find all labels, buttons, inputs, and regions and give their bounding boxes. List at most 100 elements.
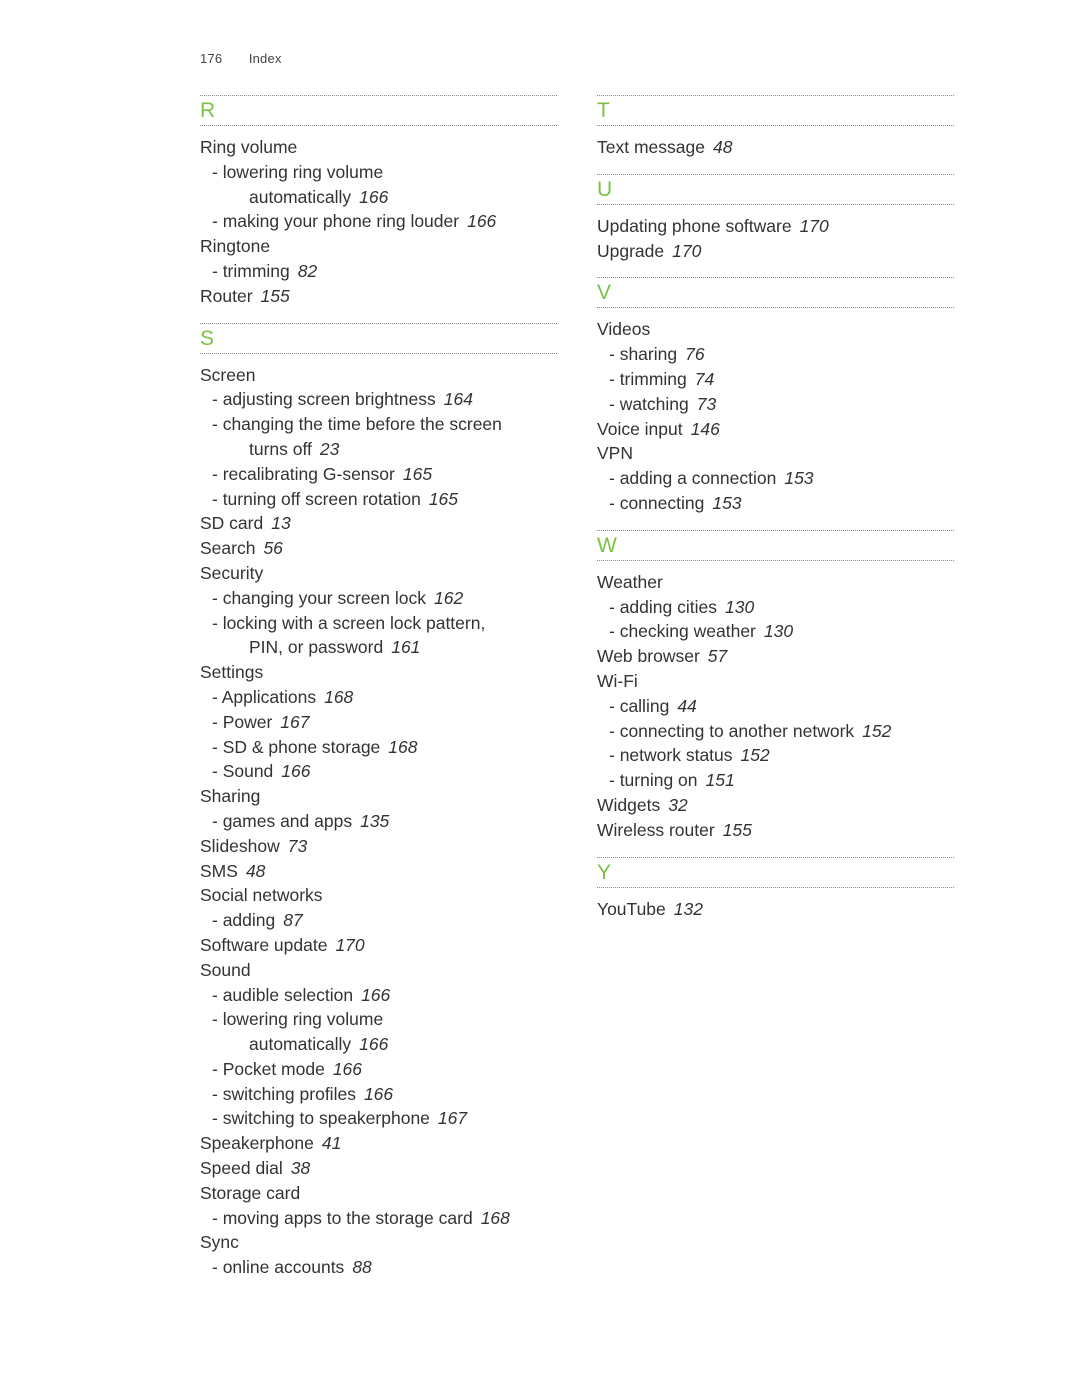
page-reference[interactable]: 32 xyxy=(668,795,687,815)
entry-text: - games and apps xyxy=(212,810,353,831)
index-subentry: - games and apps 135 xyxy=(200,809,557,834)
index-subentry: - Applications 168 xyxy=(200,685,557,710)
entry-text: - Sound xyxy=(212,761,274,782)
entry-text: - making your phone ring louder xyxy=(212,211,460,232)
page-reference[interactable]: 82 xyxy=(298,261,317,281)
index-subentry: - SD & phone storage 168 xyxy=(200,735,557,760)
index-entry: Wi-Fi xyxy=(597,669,954,694)
index-entry: VPN xyxy=(597,441,954,466)
index-entries: Updating phone software 170 Upgrade 170 xyxy=(597,214,954,264)
page-reference[interactable]: 170 xyxy=(335,935,364,955)
index-section-u: U Updating phone software 170 Upgrade 170 xyxy=(597,173,954,264)
index-section-s: S Screen - adjusting screen brightness 164 -… xyxy=(200,322,557,1280)
page-reference[interactable]: 48 xyxy=(246,861,265,881)
index-entry: Widgets 32 xyxy=(597,793,954,818)
page-reference[interactable]: 166 xyxy=(467,211,496,231)
page-reference[interactable]: 166 xyxy=(359,1034,388,1054)
index-entry: YouTube 132 xyxy=(597,897,954,922)
index-entry: Social networks xyxy=(200,883,557,908)
section-letter: T xyxy=(597,99,610,122)
index-entry: Weather xyxy=(597,570,954,595)
section-heading-bar: S xyxy=(200,322,557,354)
page-reference[interactable]: 165 xyxy=(429,489,458,509)
page-reference[interactable]: 168 xyxy=(324,687,353,707)
index-subentry: - lowering ring volume xyxy=(200,1007,557,1032)
page-reference[interactable]: 13 xyxy=(271,513,290,533)
page-reference[interactable]: 87 xyxy=(283,910,302,930)
entry-text: Software update xyxy=(200,934,328,955)
entry-text: Security xyxy=(200,562,264,583)
index-subentry: - connecting 153 xyxy=(597,491,954,516)
index-entries: Videos - sharing 76 - trimming 74 - watching 7… xyxy=(597,317,954,515)
page-reference[interactable]: 164 xyxy=(444,389,473,409)
entry-text: - adding xyxy=(212,910,276,931)
entry-text: - adding cities xyxy=(609,596,717,617)
index-entry: Web browser 57 xyxy=(597,644,954,669)
page-reference[interactable]: 155 xyxy=(261,286,290,306)
index-entry: Speakerphone 41 xyxy=(200,1131,557,1156)
index-entry-continuation: automatically 166 xyxy=(200,185,557,210)
page-reference[interactable]: 166 xyxy=(333,1059,362,1079)
page-reference[interactable]: 167 xyxy=(280,712,309,732)
page-reference[interactable]: 73 xyxy=(697,394,716,414)
index-entry: Sync xyxy=(200,1230,557,1255)
page-reference[interactable]: 73 xyxy=(288,836,307,856)
page-reference[interactable]: 161 xyxy=(391,637,420,657)
page-reference[interactable]: 74 xyxy=(695,369,714,389)
page-reference[interactable]: 44 xyxy=(677,696,696,716)
page-reference[interactable]: 166 xyxy=(359,187,388,207)
page-reference[interactable]: 168 xyxy=(388,737,417,757)
page-reference[interactable]: 41 xyxy=(322,1133,341,1153)
page-reference[interactable]: 56 xyxy=(263,538,282,558)
entry-text: Sharing xyxy=(200,786,261,807)
index-subentry: - adjusting screen brightness 164 xyxy=(200,387,557,412)
page-reference[interactable]: 130 xyxy=(725,597,754,617)
page-reference[interactable]: 162 xyxy=(434,588,463,608)
index-subentry: - audible selection 166 xyxy=(200,983,557,1008)
index-subentry: - making your phone ring louder 166 xyxy=(200,209,557,234)
entry-text: Sync xyxy=(200,1232,239,1253)
page-reference[interactable]: 166 xyxy=(364,1084,393,1104)
page-reference[interactable]: 153 xyxy=(784,468,813,488)
entry-text: SD card xyxy=(200,513,264,534)
page-reference[interactable]: 135 xyxy=(360,811,389,831)
page-number: 176 xyxy=(200,51,223,66)
page-reference[interactable]: 167 xyxy=(438,1108,467,1128)
page-reference[interactable]: 152 xyxy=(862,721,891,741)
page-reference[interactable]: 155 xyxy=(723,820,752,840)
page-reference[interactable]: 168 xyxy=(481,1208,510,1228)
page-reference[interactable]: 132 xyxy=(674,899,703,919)
page-reference[interactable]: 170 xyxy=(672,241,701,261)
page-reference[interactable]: 166 xyxy=(281,761,310,781)
page-reference[interactable]: 153 xyxy=(712,493,741,513)
page-reference[interactable]: 48 xyxy=(713,137,732,157)
index-section-t: T Text message 48 xyxy=(597,95,954,160)
index-entries: Screen - adjusting screen brightness 164 - … xyxy=(200,363,557,1280)
index-column-left: R Ring volume - lowering ring volume automa… xyxy=(200,95,557,1294)
page-reference[interactable]: 165 xyxy=(403,464,432,484)
page-reference[interactable]: 57 xyxy=(708,646,727,666)
entry-text: - checking weather xyxy=(609,621,756,642)
index-entry: Voice input 146 xyxy=(597,417,954,442)
entry-text: automatically xyxy=(249,186,352,207)
page-reference[interactable]: 76 xyxy=(685,344,704,364)
page-reference[interactable]: 146 xyxy=(691,419,720,439)
page-reference[interactable]: 38 xyxy=(291,1158,310,1178)
entry-text: - moving apps to the storage card xyxy=(212,1207,473,1228)
page-reference[interactable]: 130 xyxy=(764,621,793,641)
index-subentry: - adding a connection 153 xyxy=(597,466,954,491)
entry-text: Screen xyxy=(200,364,256,385)
index-subentry: - recalibrating G-sensor 165 xyxy=(200,462,557,487)
page-reference[interactable]: 88 xyxy=(352,1257,371,1277)
page-reference[interactable]: 152 xyxy=(741,745,770,765)
index-entry: Router 155 xyxy=(200,284,557,309)
entry-text: Slideshow xyxy=(200,835,280,856)
page-reference[interactable]: 23 xyxy=(320,439,339,459)
entry-text: VPN xyxy=(597,443,633,464)
index-entry: SD card 13 xyxy=(200,511,557,536)
entry-text: - Power xyxy=(212,711,273,732)
page-reference[interactable]: 166 xyxy=(361,985,390,1005)
page-reference[interactable]: 170 xyxy=(800,216,829,236)
page-reference[interactable]: 151 xyxy=(706,770,735,790)
entry-text: Voice input xyxy=(597,418,683,439)
